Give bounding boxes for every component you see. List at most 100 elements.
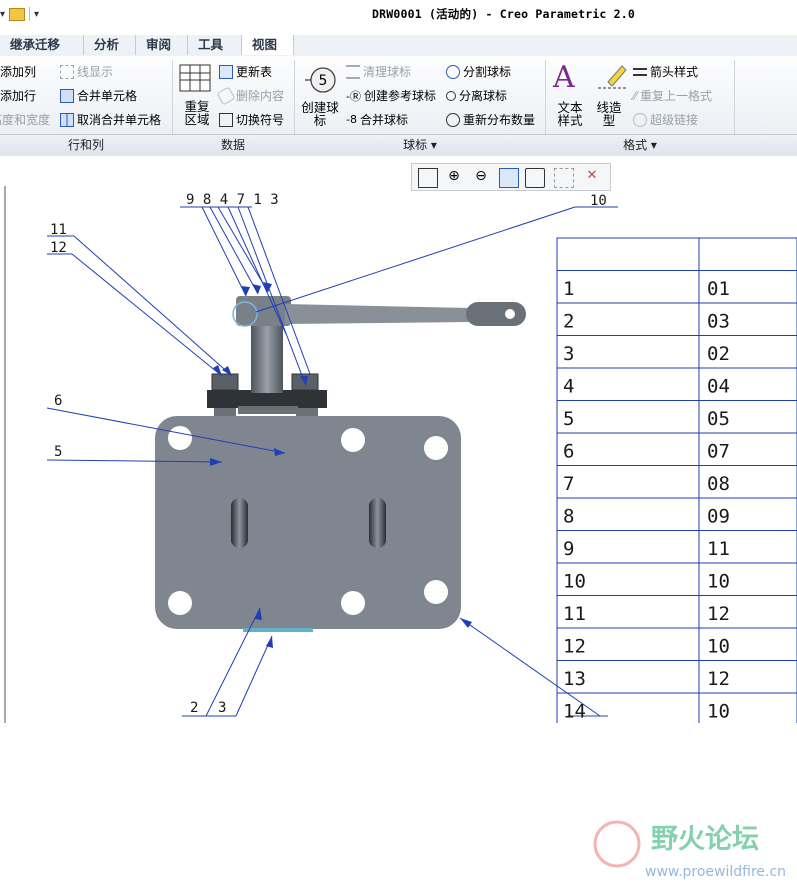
bom-part-cell[interactable]: 04 bbox=[707, 376, 730, 398]
repeat-region-button[interactable]: 重复 区域 bbox=[181, 100, 213, 126]
detach-balloons-button[interactable]: 分离球标 bbox=[446, 87, 507, 104]
bom-index-cell[interactable]: 11 bbox=[563, 603, 586, 625]
balloon-11[interactable]: 11 bbox=[50, 222, 67, 238]
bom-row[interactable] bbox=[556, 497, 797, 531]
repeat-region-icon[interactable] bbox=[179, 64, 211, 94]
update-table-button[interactable]: 更新表 bbox=[219, 63, 272, 80]
bom-part-cell[interactable]: 08 bbox=[707, 473, 730, 495]
line-style-button[interactable]: 线造 型 bbox=[594, 101, 624, 127]
group-label-balloons[interactable]: 球标 ▾ bbox=[294, 134, 547, 156]
bom-index-cell[interactable]: 13 bbox=[563, 668, 586, 690]
bom-index-cell[interactable]: 7 bbox=[563, 473, 574, 495]
tab-review[interactable]: 审阅 bbox=[136, 35, 188, 55]
dropdown-arrow-icon[interactable]: ▾ bbox=[0, 9, 5, 20]
bom-index-cell[interactable]: 2 bbox=[563, 311, 574, 333]
datum-display-icon[interactable]: ✕ bbox=[583, 168, 601, 186]
bom-row[interactable] bbox=[556, 335, 797, 369]
arrow-style-button[interactable]: 箭头样式 bbox=[633, 63, 698, 80]
balloon-3[interactable]: 3 bbox=[218, 700, 226, 716]
bom-index-cell[interactable]: 6 bbox=[563, 441, 574, 463]
annotation-display-icon[interactable] bbox=[554, 168, 574, 188]
refit-icon[interactable] bbox=[418, 168, 438, 188]
bom-table[interactable]: 1 012 033 024 045 056 077 088 099 1110 1011 1212 101… bbox=[556, 237, 797, 723]
line-display-button[interactable]: 线显示 bbox=[60, 63, 113, 80]
bom-index-cell[interactable]: 4 bbox=[563, 376, 574, 398]
zoom-in-icon[interactable]: ⊕ bbox=[445, 168, 463, 186]
delete-content-button[interactable]: 删除内容 bbox=[216, 85, 284, 106]
group-label-format[interactable]: 格式 ▾ bbox=[546, 134, 735, 156]
bom-part-cell[interactable]: 10 bbox=[707, 636, 730, 658]
balloon-5[interactable]: 5 bbox=[54, 444, 62, 460]
bom-row[interactable] bbox=[556, 367, 797, 401]
balloon-12[interactable]: 12 bbox=[50, 240, 67, 256]
bom-row[interactable] bbox=[556, 627, 797, 661]
toolbar-separator bbox=[29, 7, 31, 21]
balloon-5-icon[interactable]: 5 bbox=[304, 64, 336, 96]
height-width-button[interactable]: 高度和宽度 bbox=[0, 111, 50, 128]
repaint-icon[interactable] bbox=[499, 168, 519, 188]
bom-row[interactable] bbox=[556, 400, 797, 434]
bom-index-cell[interactable]: 8 bbox=[563, 506, 574, 528]
redistribute-qty-button[interactable]: 重新分布数量 bbox=[446, 111, 535, 128]
display-style-icon[interactable] bbox=[525, 168, 545, 188]
bom-row[interactable] bbox=[556, 302, 797, 336]
tab-tools[interactable]: 工具 bbox=[188, 35, 242, 55]
repeat-last-format-button[interactable]: ⁄⁄ 重复上一格式 bbox=[633, 87, 712, 104]
toggle-symbol-button[interactable]: 切换符号 bbox=[219, 111, 284, 128]
bom-part-cell[interactable]: 05 bbox=[707, 408, 730, 430]
tab-analysis[interactable]: 分析 bbox=[84, 35, 136, 55]
valve-body-plate[interactable] bbox=[155, 416, 461, 629]
zoom-out-icon[interactable]: ⊖ bbox=[472, 168, 490, 186]
bom-index-cell[interactable]: 12 bbox=[563, 636, 586, 658]
create-ref-balloon-button[interactable]: -Ⓡ 创建参考球标 bbox=[346, 87, 436, 104]
create-balloon-button[interactable]: 创建球 标 bbox=[300, 101, 340, 127]
unmerge-cells-button[interactable]: 取消合并单元格 bbox=[60, 111, 161, 128]
bom-part-cell[interactable]: 10 bbox=[707, 571, 730, 593]
drawing-svg[interactable]: 9 8 4 7 1 3 10 11 12 6 5 2 3 1 012 033 024 0… bbox=[0, 156, 797, 723]
bom-row[interactable] bbox=[556, 562, 797, 596]
add-column-button[interactable]: 添加列 bbox=[0, 63, 36, 80]
bom-row[interactable] bbox=[556, 595, 797, 629]
bom-index-cell[interactable]: 3 bbox=[563, 343, 574, 365]
bom-row[interactable] bbox=[556, 692, 797, 723]
handle-arm[interactable] bbox=[285, 304, 470, 324]
bom-part-cell[interactable]: 07 bbox=[707, 441, 730, 463]
bom-row[interactable] bbox=[556, 432, 797, 466]
clean-balloons-button[interactable]: 清理球标 bbox=[346, 63, 411, 80]
merge-cells-button[interactable]: 合并单元格 bbox=[60, 87, 137, 104]
text-style-icon[interactable]: A bbox=[553, 62, 587, 94]
bom-row[interactable] bbox=[556, 660, 797, 694]
bom-index-cell[interactable]: 1 bbox=[563, 278, 574, 300]
bom-index-cell[interactable]: 10 bbox=[563, 571, 586, 593]
bom-index-cell[interactable]: 14 bbox=[563, 701, 586, 723]
split-balloons-button[interactable]: 分割球标 bbox=[446, 63, 511, 80]
open-folder-icon[interactable] bbox=[9, 7, 26, 21]
balloon-10[interactable]: 10 bbox=[590, 193, 607, 209]
bom-row[interactable] bbox=[556, 530, 797, 564]
balloon-2[interactable]: 2 bbox=[190, 700, 198, 716]
bom-part-cell[interactable]: 09 bbox=[707, 506, 730, 528]
hyperlink-button[interactable]: 超级链接 bbox=[633, 111, 698, 128]
handle-grip[interactable] bbox=[466, 302, 526, 326]
customize-arrow-icon[interactable]: ▾ bbox=[34, 9, 39, 20]
bom-part-cell[interactable]: 12 bbox=[707, 668, 730, 690]
bom-part-cell[interactable]: 01 bbox=[707, 278, 730, 300]
bom-index-cell[interactable]: 9 bbox=[563, 538, 574, 560]
add-row-button[interactable]: 添加行 bbox=[0, 87, 36, 104]
balloon-group-top[interactable]: 9 8 4 7 1 3 bbox=[186, 192, 279, 208]
bom-part-cell[interactable]: 12 bbox=[707, 603, 730, 625]
merge-balloons-button[interactable]: -8 合并球标 bbox=[346, 111, 408, 128]
bom-row[interactable] bbox=[556, 465, 797, 499]
balloon-6[interactable]: 6 bbox=[54, 393, 62, 409]
text-style-button[interactable]: 文本 样式 bbox=[555, 101, 585, 127]
tab-inherit-migrate[interactable]: 继承迁移 bbox=[0, 35, 84, 55]
bom-index-cell[interactable]: 5 bbox=[563, 408, 574, 430]
bom-part-cell[interactable]: 03 bbox=[707, 311, 730, 333]
bom-part-cell[interactable]: 02 bbox=[707, 343, 730, 365]
bom-row[interactable] bbox=[556, 270, 797, 304]
line-style-icon[interactable] bbox=[596, 62, 628, 94]
bom-part-cell[interactable]: 10 bbox=[707, 701, 730, 723]
tab-view[interactable]: 视图 bbox=[242, 35, 294, 55]
drawing-canvas[interactable]: 9 8 4 7 1 3 10 11 12 6 5 2 3 1 01 2 03 3 02 4 0… bbox=[0, 156, 797, 880]
bom-part-cell[interactable]: 11 bbox=[707, 538, 730, 560]
